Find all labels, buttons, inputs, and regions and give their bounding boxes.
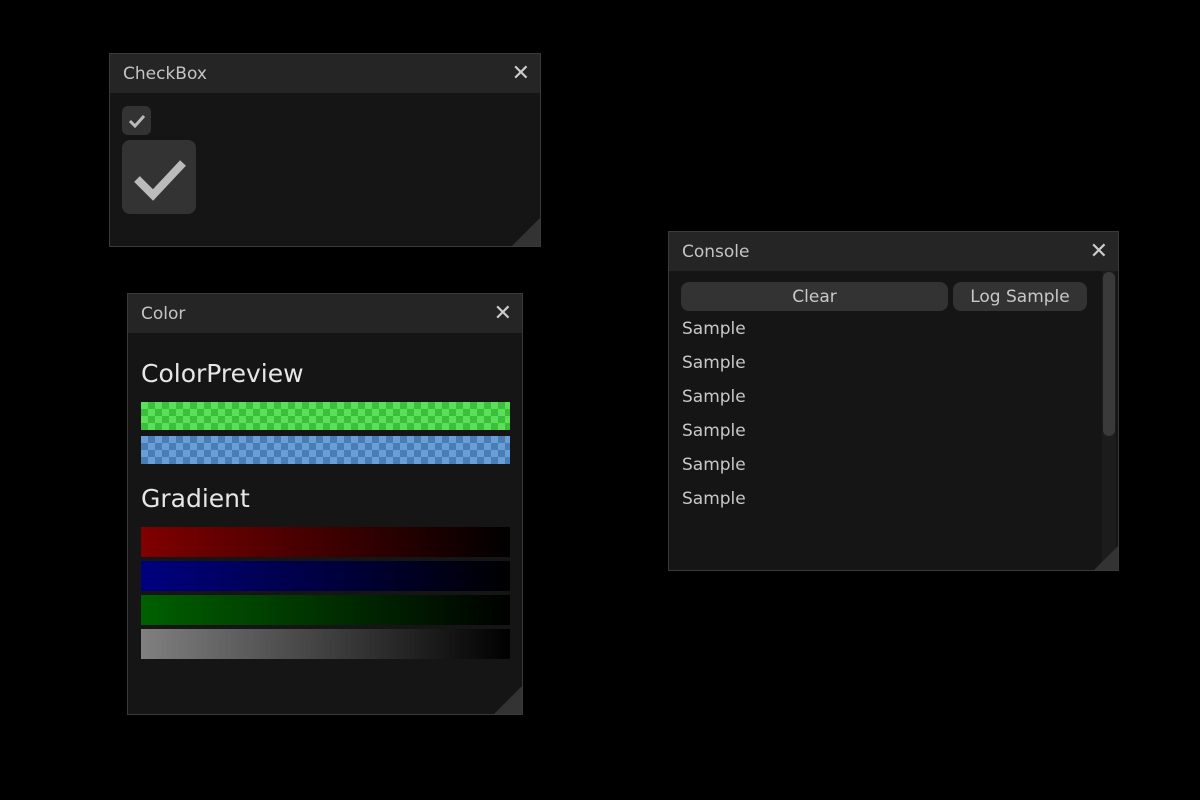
close-icon[interactable]: ✕ <box>494 301 512 326</box>
window-title: CheckBox <box>123 63 207 84</box>
log-line: Sample <box>682 387 746 407</box>
gradient-gray <box>141 629 510 659</box>
title-bar[interactable]: Console ✕ <box>669 232 1118 271</box>
small-checkbox[interactable] <box>122 106 151 135</box>
close-icon[interactable]: ✕ <box>512 61 530 86</box>
scrollbar-track[interactable] <box>1102 271 1116 570</box>
checkbox-window: CheckBox ✕ <box>109 53 541 247</box>
title-bar[interactable]: Color ✕ <box>128 294 522 333</box>
color-preview-blue <box>141 436 510 464</box>
scrollbar-thumb[interactable] <box>1103 272 1115 436</box>
resize-grip[interactable] <box>494 686 522 714</box>
close-icon[interactable]: ✕ <box>1090 239 1108 264</box>
checkmark-icon <box>128 114 145 128</box>
resize-grip[interactable] <box>512 218 540 246</box>
window-title: Console <box>682 241 750 262</box>
large-checkbox[interactable] <box>122 140 196 214</box>
checkmark-icon <box>134 160 186 201</box>
log-line: Sample <box>682 455 746 475</box>
log-line: Sample <box>682 319 746 339</box>
log-line: Sample <box>682 353 746 373</box>
log-line: Sample <box>682 489 746 509</box>
gradient-heading: Gradient <box>141 484 250 513</box>
gradient-green <box>141 595 510 625</box>
console-window: Console ✕ Clear Log Sample Sample Sample … <box>668 231 1119 571</box>
resize-grip[interactable] <box>1094 546 1118 570</box>
clear-button[interactable]: Clear <box>681 282 948 311</box>
window-title: Color <box>141 303 186 324</box>
log-line: Sample <box>682 421 746 441</box>
color-preview-green <box>141 402 510 430</box>
title-bar[interactable]: CheckBox ✕ <box>110 54 540 93</box>
gradient-red <box>141 527 510 557</box>
color-window: Color ✕ ColorPreview Gradient <box>127 293 523 715</box>
gradient-blue <box>141 561 510 591</box>
log-sample-button[interactable]: Log Sample <box>953 282 1087 311</box>
color-preview-heading: ColorPreview <box>141 359 304 388</box>
